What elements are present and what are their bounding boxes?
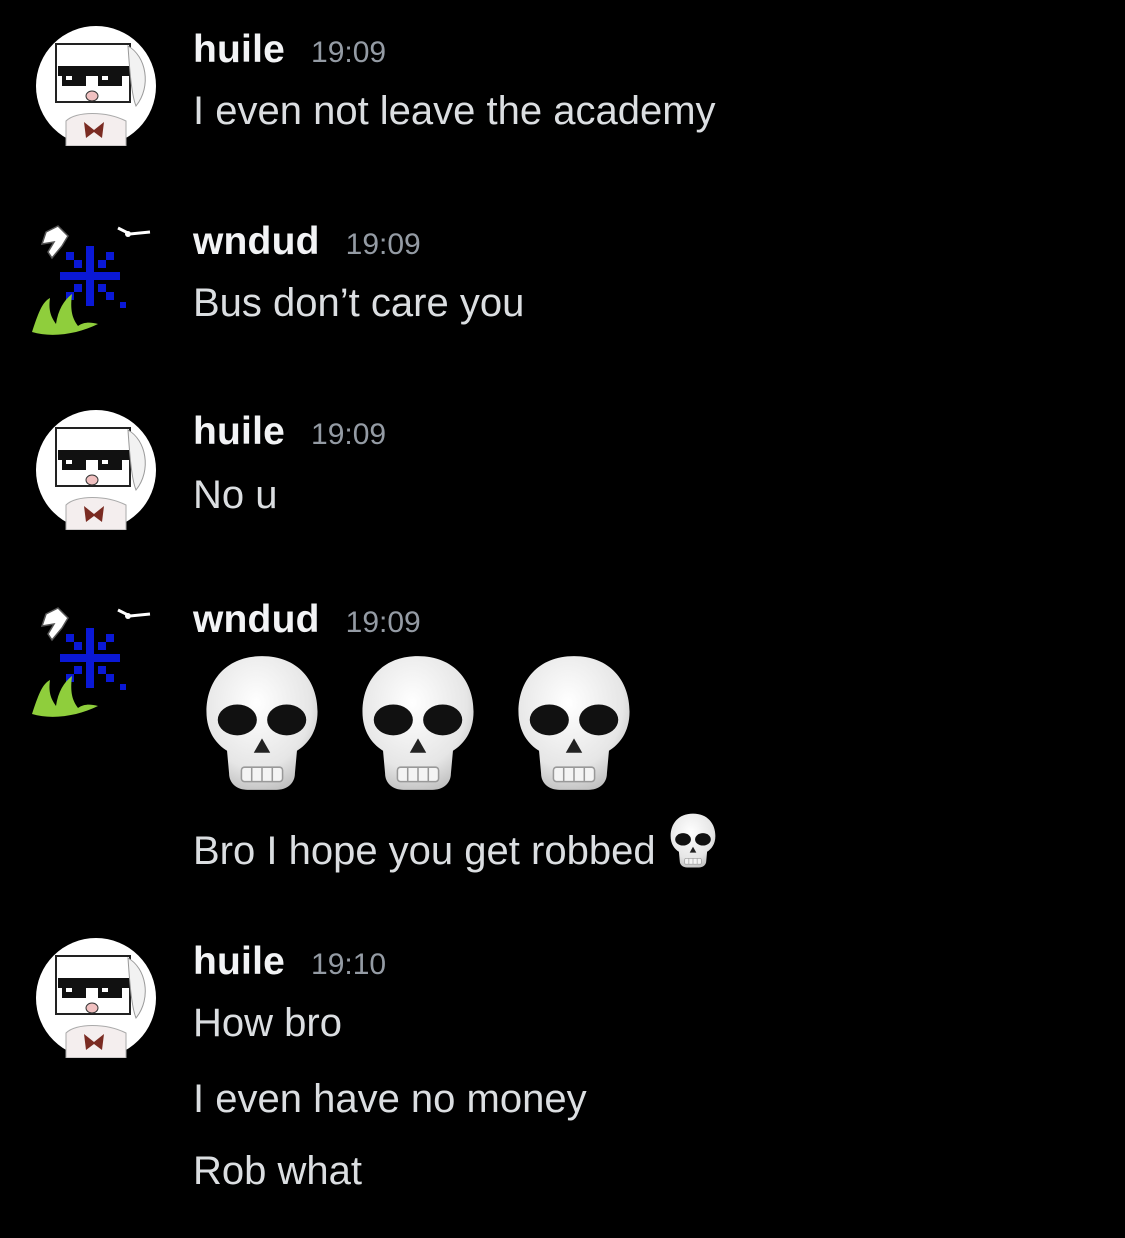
avatar-huile[interactable]	[36, 26, 156, 146]
message-text: Bro I hope you get robbed	[193, 812, 718, 874]
username[interactable]: huile	[193, 28, 285, 72]
timestamp: 19:09	[311, 36, 387, 69]
message-header: huile 19:09	[193, 28, 386, 78]
avatar-image	[28, 596, 158, 726]
timestamp: 19:09	[345, 606, 421, 639]
avatar-wndud[interactable]	[28, 214, 158, 344]
message-text: No u	[193, 473, 278, 517]
avatar-huile[interactable]	[36, 410, 156, 530]
avatar-huile[interactable]	[36, 938, 156, 1058]
username[interactable]: wndud	[193, 598, 320, 642]
skull-icon[interactable]	[668, 812, 718, 870]
message-text: Rob what	[193, 1149, 362, 1193]
skull-icon[interactable]	[200, 652, 324, 796]
avatar-image	[36, 938, 156, 1058]
chat-message-list: huile 19:09 I even not leave the academy…	[0, 0, 1125, 1238]
avatar-image	[28, 214, 158, 344]
skull-icon[interactable]	[512, 652, 636, 796]
username[interactable]: huile	[193, 940, 285, 984]
message-text-content: Bro I hope you get robbed	[193, 829, 656, 873]
message-header: wndud 19:09	[193, 220, 421, 270]
message-header: wndud 19:09	[193, 598, 421, 648]
avatar-image	[36, 26, 156, 146]
username[interactable]: huile	[193, 410, 285, 454]
avatar-image	[36, 410, 156, 530]
message-text: I even not leave the academy	[193, 89, 716, 133]
skull-icon[interactable]	[356, 652, 480, 796]
avatar-wndud[interactable]	[28, 596, 158, 726]
username[interactable]: wndud	[193, 220, 320, 264]
message-header: huile 19:10	[193, 940, 386, 990]
message-text: I even have no money	[193, 1077, 587, 1121]
message-header: huile 19:09	[193, 410, 386, 460]
timestamp: 19:10	[311, 948, 387, 981]
message-text: How bro	[193, 1001, 342, 1045]
jumbo-emoji-row	[200, 652, 636, 796]
timestamp: 19:09	[345, 228, 421, 261]
timestamp: 19:09	[311, 418, 387, 451]
message-text: Bus don’t care you	[193, 281, 525, 325]
